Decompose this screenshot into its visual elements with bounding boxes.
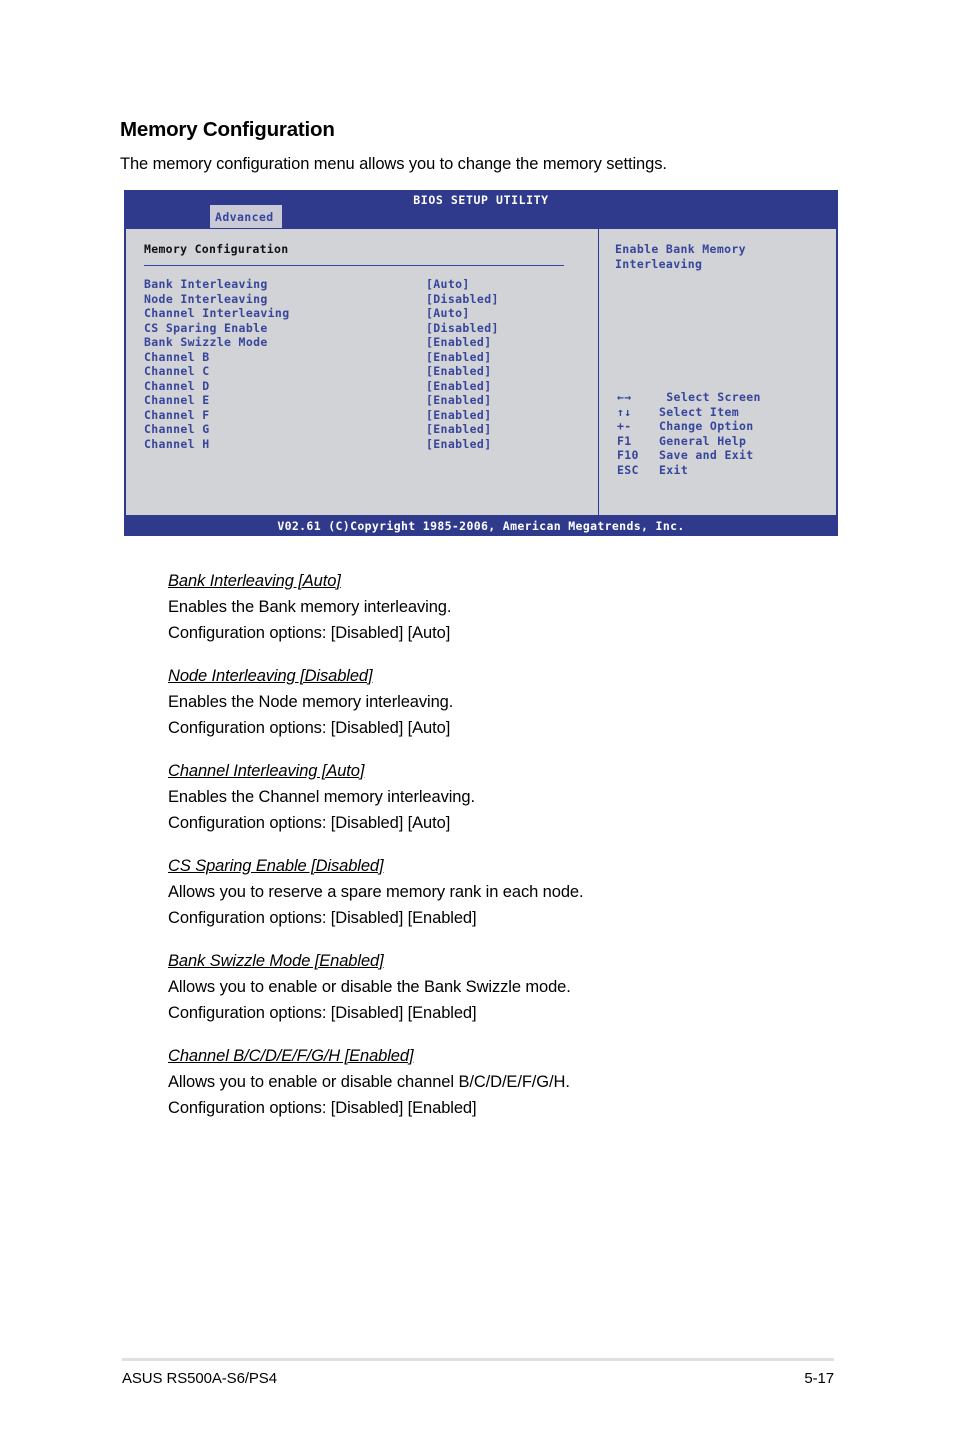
bios-option-row[interactable]: Channel C [Enabled] [144, 364, 598, 379]
key-legend: ←→ Select Screen ↑↓ Select Item +- Change Op… [617, 390, 761, 477]
key-legend-keycap: ESC [617, 462, 639, 477]
description-heading: Channel Interleaving [Auto] [168, 762, 365, 780]
description-block: Channel Interleaving [Auto] Enables the C… [168, 758, 868, 836]
bios-copyright-bar: V02.61 (C)Copyright 1985-2006, American … [124, 516, 838, 536]
key-legend-keycap: F10 [617, 448, 639, 462]
key-legend-keycap: +- [617, 419, 632, 433]
bios-option-row[interactable]: Node Interleaving [Disabled] [144, 292, 598, 307]
key-legend-description: General Help [659, 433, 747, 448]
description-block: Bank Interleaving [Auto] Enables the Bank… [168, 568, 868, 646]
bios-option-value[interactable]: [Auto] [426, 306, 470, 320]
description-body-line: Allows you to reserve a spare memory ran… [168, 883, 584, 901]
bios-option-row[interactable]: Channel B [Enabled] [144, 350, 598, 365]
bios-option-value[interactable]: [Enabled] [426, 335, 491, 349]
description-heading: Node Interleaving [Disabled] [168, 667, 373, 685]
description-block: CS Sparing Enable [Disabled] Allows you t… [168, 853, 868, 931]
description-block: Channel B/C/D/E/F/G/H [Enabled] Allows yo… [168, 1043, 868, 1121]
bios-option-list: Bank Interleaving [Auto] Node Interleaving… [144, 277, 598, 451]
key-legend-row: F1 General Help [617, 434, 761, 449]
bios-option-row[interactable]: CS Sparing Enable [Disabled] [144, 321, 598, 336]
key-legend-description: Change Option [659, 419, 754, 433]
description-block: Bank Swizzle Mode [Enabled] Allows you to… [168, 948, 868, 1026]
bios-option-label: Bank Interleaving [144, 277, 268, 291]
bios-option-row[interactable]: Channel Interleaving [Auto] [144, 306, 598, 321]
description-options-line: Configuration options: [Disabled] [Auto] [168, 719, 451, 737]
bios-titlebar: BIOS SETUP UTILITY Advanced [124, 190, 838, 228]
description-body-line: Enables the Bank memory interleaving. [168, 598, 452, 616]
panel-heading: Memory Configuration [144, 242, 289, 256]
bios-settings-pane: Memory Configuration Bank Interleaving [A… [126, 229, 598, 515]
bios-option-label: Node Interleaving [144, 291, 268, 306]
bios-option-label: Channel G [144, 422, 210, 436]
bios-option-row[interactable]: Bank Swizzle Mode [Enabled] [144, 335, 598, 350]
description-heading: CS Sparing Enable [Disabled] [168, 857, 384, 875]
description-body-line: Enables the Channel memory interleaving. [168, 788, 475, 806]
bios-option-row[interactable]: Bank Interleaving [Auto] [144, 277, 598, 292]
key-legend-keycap: ←→ [617, 390, 632, 404]
key-legend-row: ←→ Select Screen [617, 390, 761, 405]
key-legend-row: ↑↓ Select Item [617, 405, 761, 420]
page-title: Memory Configuration [120, 118, 335, 141]
panel-rule [144, 265, 564, 266]
help-text: Enable Bank Memory Interleaving [615, 242, 746, 271]
key-legend-description: Save and Exit [659, 448, 754, 462]
bios-option-label: Channel E [144, 393, 210, 407]
bios-option-value[interactable]: [Enabled] [426, 422, 491, 436]
bios-option-value[interactable]: [Disabled] [426, 292, 499, 306]
description-body-line: Enables the Node memory interleaving. [168, 693, 454, 711]
footer-divider [122, 1358, 834, 1361]
description-body-line: Allows you to enable or disable the Bank… [168, 978, 571, 996]
bios-setup-screenshot: BIOS SETUP UTILITY Advanced Memory Confi… [124, 190, 838, 536]
description-heading: Channel B/C/D/E/F/G/H [Enabled] [168, 1047, 414, 1065]
bios-option-value[interactable]: [Enabled] [426, 408, 491, 422]
document-page: Memory Configuration The memory configur… [0, 0, 954, 1438]
description-block: Node Interleaving [Disabled] Enables the … [168, 663, 868, 741]
bios-option-label: Channel B [144, 349, 210, 364]
description-options-line: Configuration options: [Disabled] [Enabl… [168, 1099, 477, 1117]
description-options-line: Configuration options: [Disabled] [Auto] [168, 814, 451, 832]
bios-option-label: Channel F [144, 407, 210, 422]
bios-option-row[interactable]: Channel G [Enabled] [144, 422, 598, 437]
key-legend-description: Select Item [659, 404, 740, 419]
bios-option-value[interactable]: [Enabled] [426, 437, 491, 451]
bios-option-row[interactable]: Channel E [Enabled] [144, 393, 598, 408]
key-legend-keycap: ↑↓ [617, 404, 632, 419]
description-options-line: Configuration options: [Disabled] [Auto] [168, 624, 451, 642]
bios-option-row[interactable]: Channel H [Enabled] [144, 437, 598, 452]
bios-option-row[interactable]: Channel D [Enabled] [144, 379, 598, 394]
bios-body: Memory Configuration Bank Interleaving [A… [124, 228, 838, 516]
description-options-line: Configuration options: [Disabled] [Enabl… [168, 909, 477, 927]
bios-option-label: Channel Interleaving [144, 306, 290, 320]
description-heading: Bank Interleaving [Auto] [168, 572, 341, 590]
section-intro-text: The memory configuration menu allows you… [120, 155, 667, 173]
key-legend-row: ESC Exit [617, 463, 761, 478]
bios-option-value[interactable]: [Auto] [426, 277, 470, 291]
bios-option-value[interactable]: [Enabled] [426, 364, 491, 378]
bios-option-row[interactable]: Channel F [Enabled] [144, 408, 598, 423]
bios-help-pane: Enable Bank Memory Interleaving ←→ Selec… [599, 229, 836, 515]
bios-option-value[interactable]: [Enabled] [426, 393, 491, 407]
description-heading: Bank Swizzle Mode [Enabled] [168, 952, 384, 970]
bios-option-value[interactable]: [Enabled] [426, 379, 491, 393]
footer-product-name: ASUS RS500A-S6/PS4 [122, 1370, 277, 1387]
bios-option-label: Channel C [144, 364, 210, 378]
bios-option-label: Channel D [144, 378, 210, 393]
bios-option-label: Bank Swizzle Mode [144, 335, 268, 349]
key-legend-description: Exit [659, 462, 689, 477]
bios-option-label: CS Sparing Enable [144, 320, 268, 335]
bios-option-value[interactable]: [Disabled] [426, 321, 499, 335]
tab-advanced[interactable]: Advanced [210, 205, 282, 228]
key-legend-keycap: F1 [617, 433, 632, 448]
bios-option-value[interactable]: [Enabled] [426, 350, 491, 364]
description-body-line: Allows you to enable or disable channel … [168, 1073, 570, 1091]
key-legend-row: +- Change Option [617, 419, 761, 434]
description-area: Bank Interleaving [Auto] Enables the Bank… [168, 568, 868, 1138]
footer-page-number: 5-17 [804, 1370, 834, 1387]
bios-option-label: Channel H [144, 436, 210, 451]
key-legend-description: Select Screen [659, 390, 761, 404]
key-legend-row: F10 Save and Exit [617, 448, 761, 463]
description-options-line: Configuration options: [Disabled] [Enabl… [168, 1004, 477, 1022]
